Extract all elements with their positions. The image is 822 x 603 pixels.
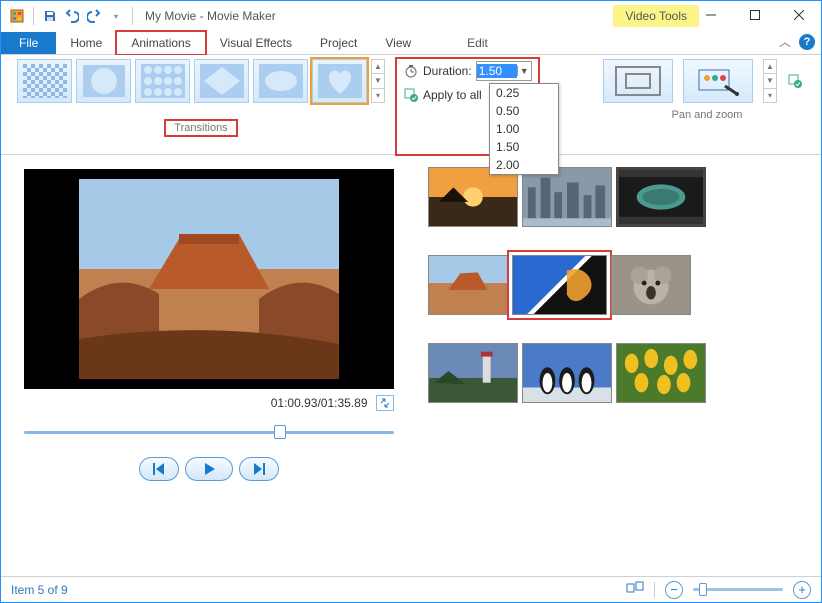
zoom-thumb[interactable] <box>699 583 707 596</box>
gallery-up-icon[interactable]: ▲ <box>764 60 776 74</box>
transition-checker[interactable] <box>17 59 72 103</box>
transition-diamond[interactable] <box>194 59 249 103</box>
duration-option[interactable]: 0.50 <box>490 102 558 120</box>
help-icon[interactable]: ? <box>799 34 815 50</box>
preview-pane: 01:00.93/01:35.89 <box>1 155 416 563</box>
window-controls <box>689 1 821 29</box>
fullscreen-button[interactable] <box>376 395 394 411</box>
transitions-group-label: Transitions <box>166 121 235 135</box>
zoom-out-button[interactable]: − <box>665 581 683 599</box>
app-icon[interactable] <box>7 6 27 26</box>
titlebar: ▾ My Movie - Movie Maker Video Tools <box>1 1 821 31</box>
duration-value: 1.50 <box>477 64 517 78</box>
tab-home[interactable]: Home <box>56 32 116 54</box>
next-frame-button[interactable] <box>239 457 279 481</box>
pan-zoom-label: Pan and zoom <box>603 109 811 121</box>
apply-all-pan-icon[interactable] <box>787 73 803 89</box>
status-item-count: Item 5 of 9 <box>11 583 68 597</box>
clip-sunset[interactable] <box>428 167 518 227</box>
duration-option[interactable]: 0.25 <box>490 84 558 102</box>
duration-option[interactable]: 1.00 <box>490 120 558 138</box>
gallery-down-icon[interactable]: ▼ <box>372 74 384 88</box>
duration-dropdown-button[interactable]: ▼ <box>517 66 531 76</box>
time-row: 01:00.93/01:35.89 <box>24 395 394 411</box>
slider-thumb[interactable] <box>274 425 286 439</box>
zoom-slider[interactable] <box>693 588 783 591</box>
duration-input[interactable]: 1.50 ▼ <box>476 61 532 81</box>
status-bar: Item 5 of 9 − + <box>1 576 821 602</box>
pan-zoom-gallery-more[interactable]: ▲ ▼ ▾ <box>763 59 777 103</box>
transition-heart[interactable] <box>312 59 367 103</box>
save-icon[interactable] <box>40 6 60 26</box>
gallery-expand-icon[interactable]: ▾ <box>764 89 776 102</box>
apply-all-button[interactable]: Apply to all <box>423 88 482 102</box>
playback-slider[interactable] <box>24 425 394 439</box>
pan-zoom-none[interactable] <box>603 59 673 103</box>
tab-visual-effects[interactable]: Visual Effects <box>206 32 306 54</box>
undo-icon[interactable] <box>62 6 82 26</box>
prev-frame-button[interactable] <box>139 457 179 481</box>
ribbon-tabs: File Home Animations Visual Effects Proj… <box>1 31 821 55</box>
zoom-in-button[interactable]: + <box>793 581 811 599</box>
clip-lighthouse[interactable] <box>428 343 518 403</box>
clip-jellyfish-selected[interactable] <box>512 255 607 315</box>
maximize-button[interactable] <box>733 1 777 29</box>
close-button[interactable] <box>777 1 821 29</box>
qat-dropdown-icon[interactable]: ▾ <box>106 6 126 26</box>
gallery-up-icon[interactable]: ▲ <box>372 60 384 74</box>
video-preview[interactable] <box>24 169 394 389</box>
playback-controls <box>139 457 279 481</box>
transition-eye[interactable] <box>253 59 308 103</box>
gallery-down-icon[interactable]: ▼ <box>764 74 776 88</box>
duration-label: Duration: <box>423 64 472 78</box>
clip-tulips[interactable] <box>616 343 706 403</box>
timeline-row <box>428 343 809 403</box>
duration-option[interactable]: 2.00 <box>490 156 558 174</box>
duration-dropdown-list: 0.25 0.50 1.00 1.50 2.00 <box>489 83 559 175</box>
tab-animations[interactable]: Animations <box>116 31 205 55</box>
time-display: 01:00.93/01:35.89 <box>271 396 368 410</box>
duration-option[interactable]: 1.50 <box>490 138 558 156</box>
main-area: 01:00.93/01:35.89 <box>1 155 821 563</box>
pan-zoom-preset[interactable] <box>683 59 753 103</box>
timeline-row <box>428 167 809 227</box>
timeline-row <box>428 255 809 315</box>
redo-icon[interactable] <box>84 6 104 26</box>
transitions-group: ▲ ▼ ▾ Transitions <box>11 59 391 154</box>
pan-zoom-group: ▲ ▼ ▾ Pan and zoom <box>603 59 811 154</box>
apply-all-icon <box>403 87 419 103</box>
transition-circles[interactable] <box>135 59 190 103</box>
contextual-tab-label: Video Tools <box>613 5 699 27</box>
quick-access-toolbar: ▾ <box>3 6 137 26</box>
tab-view[interactable]: View <box>371 32 425 54</box>
tab-file[interactable]: File <box>1 32 56 54</box>
view-toggle-icon[interactable] <box>626 581 644 598</box>
play-button[interactable] <box>185 457 233 481</box>
duration-group: Duration: 1.50 ▼ Apply to all 0.25 0.50 … <box>397 59 538 154</box>
clip-city[interactable] <box>522 167 612 227</box>
timeline-pane[interactable] <box>416 155 821 563</box>
clip-desert[interactable] <box>428 255 508 315</box>
transitions-gallery-more[interactable]: ▲ ▼ ▾ <box>371 59 385 103</box>
clip-title-card[interactable] <box>616 167 706 227</box>
gallery-expand-icon[interactable]: ▾ <box>372 89 384 102</box>
clip-penguins[interactable] <box>522 343 612 403</box>
transition-circle[interactable] <box>76 59 131 103</box>
minimize-button[interactable] <box>689 1 733 29</box>
window-title: My Movie - Movie Maker <box>145 9 276 23</box>
ribbon: ▲ ▼ ▾ Transitions Duration: 1.50 ▼ Apply… <box>1 55 821 155</box>
collapse-ribbon-icon[interactable]: ︿ <box>779 33 791 50</box>
tab-edit[interactable]: Edit <box>453 32 502 54</box>
tab-project[interactable]: Project <box>306 32 371 54</box>
duration-icon <box>403 63 419 79</box>
clip-koala[interactable] <box>611 255 691 315</box>
